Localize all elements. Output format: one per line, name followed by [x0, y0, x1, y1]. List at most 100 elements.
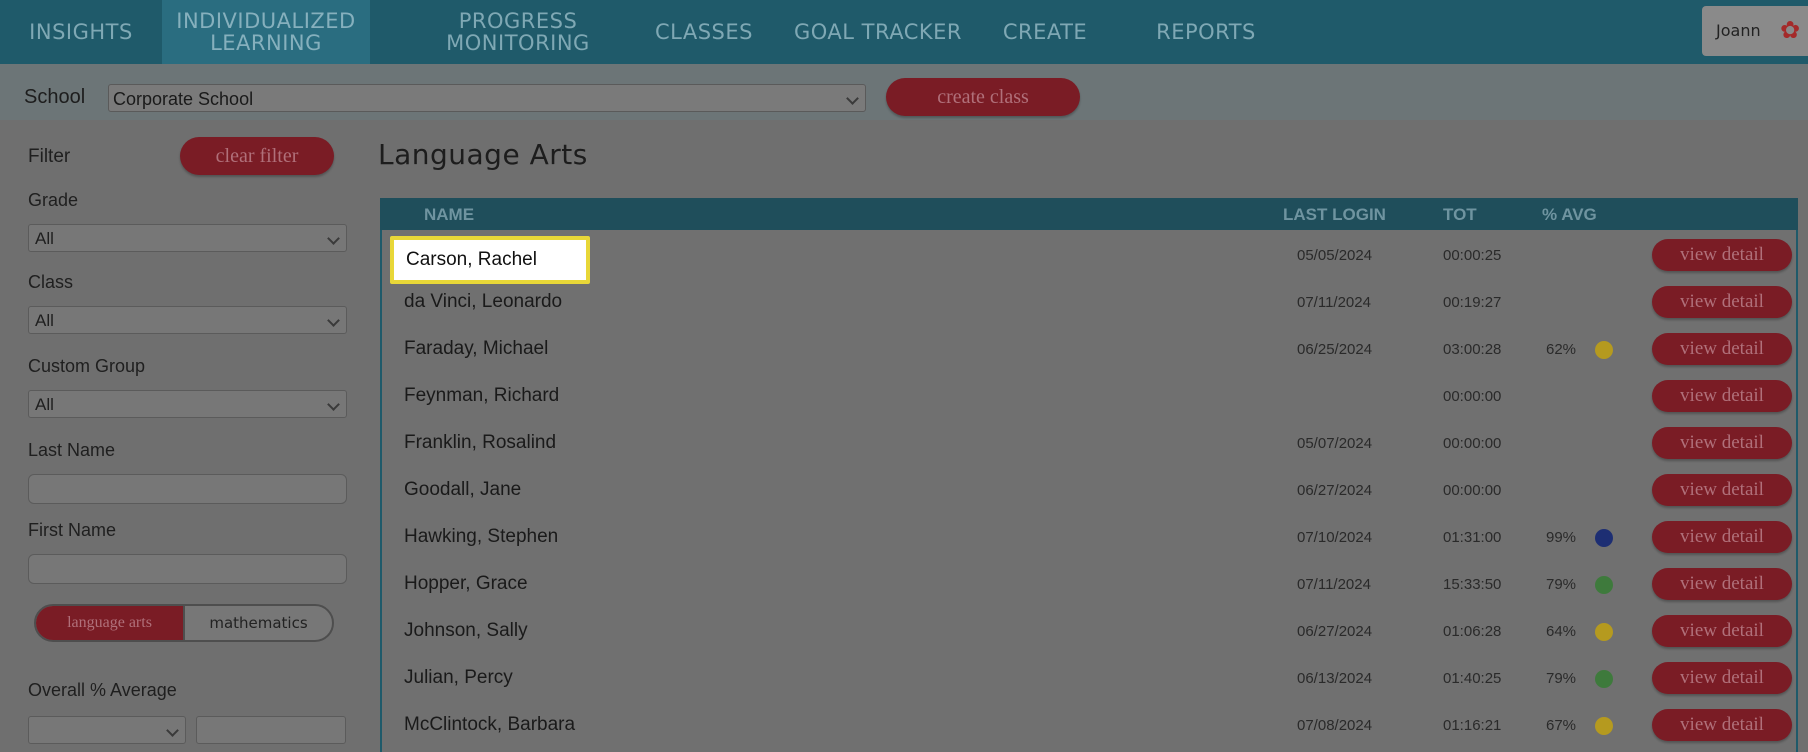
grade-select[interactable]: All: [28, 224, 347, 252]
overall-average-select[interactable]: [28, 716, 186, 744]
total-time: 00:00:25: [1443, 247, 1502, 264]
table-row: Franklin, Rosalind 05/07/2024 00:00:00 view…: [382, 420, 1796, 467]
nav-insights[interactable]: INSIGHTS: [0, 0, 162, 64]
nav-create[interactable]: CREATE: [990, 0, 1100, 64]
view-detail-button[interactable]: view detail: [1652, 286, 1792, 318]
view-detail-button[interactable]: view detail: [1652, 239, 1792, 271]
percent-average: 62%: [1546, 341, 1577, 358]
create-class-button[interactable]: create class: [886, 78, 1080, 116]
view-detail-button[interactable]: view detail: [1652, 709, 1792, 741]
total-time: 00:00:00: [1443, 388, 1502, 405]
percent-average: 67%: [1546, 717, 1577, 734]
nav-reports[interactable]: REPORTS: [1140, 0, 1272, 64]
grade-select-value: All: [35, 229, 54, 248]
student-name: Feynman, Richard: [404, 385, 560, 406]
table-row: Julian, Percy 06/13/2024 01:40:25 79% view d…: [382, 655, 1796, 702]
language-arts-toggle[interactable]: language arts: [36, 606, 183, 640]
last-login: 07/08/2024: [1297, 717, 1373, 734]
column-name[interactable]: NAME: [424, 205, 474, 225]
filter-label: Filter: [28, 146, 71, 167]
status-dot-icon: [1595, 576, 1613, 594]
view-detail-button[interactable]: view detail: [1652, 521, 1792, 553]
class-select-value: All: [35, 311, 54, 330]
nav-classes[interactable]: CLASSES: [642, 0, 766, 64]
percent-average: 79%: [1546, 670, 1577, 687]
overall-average-input[interactable]: [196, 716, 346, 744]
school-select[interactable]: Corporate School: [108, 84, 866, 112]
page-title: Language Arts: [378, 138, 588, 171]
percent-average: 99%: [1546, 529, 1577, 546]
column-last-login[interactable]: LAST LOGIN: [1283, 205, 1386, 225]
view-detail-button[interactable]: view detail: [1652, 568, 1792, 600]
total-time: 01:16:21: [1443, 717, 1502, 734]
nav-goal-tracker[interactable]: GOAL TRACKER: [782, 0, 974, 64]
school-select-value: Corporate School: [113, 89, 254, 109]
nav-individualized-learning[interactable]: INDIVIDUALIZED LEARNING: [162, 0, 370, 64]
custom-group-select[interactable]: All: [28, 390, 347, 418]
last-name-input[interactable]: [28, 474, 347, 504]
first-name-label: First Name: [28, 520, 117, 540]
first-name-input[interactable]: [28, 554, 347, 584]
chevron-down-icon: [327, 398, 340, 411]
last-name-label: Last Name: [28, 440, 116, 460]
table-row: da Vinci, Leonardo 07/11/2024 00:19:27 view…: [382, 279, 1796, 326]
last-login: 07/11/2024: [1297, 576, 1371, 593]
view-detail-button[interactable]: view detail: [1652, 333, 1792, 365]
student-name: Carson, Rachel: [406, 249, 537, 270]
view-detail-button[interactable]: view detail: [1652, 380, 1792, 412]
last-login: 06/25/2024: [1297, 341, 1373, 358]
view-detail-button[interactable]: view detail: [1652, 662, 1792, 694]
school-bar: School Corporate School create class: [0, 64, 1808, 120]
table-row: Goodall, Jane 06/27/2024 00:00:00 view deta…: [382, 467, 1796, 514]
table-row: Johnson, Sally 06/27/2024 01:06:28 64% view …: [382, 608, 1796, 655]
student-name: Johnson, Sally: [404, 620, 528, 641]
total-time: 00:19:27: [1443, 294, 1502, 311]
total-time: 01:31:00: [1443, 529, 1502, 546]
view-detail-button[interactable]: view detail: [1652, 615, 1792, 647]
status-dot-icon: [1595, 670, 1613, 688]
view-detail-button[interactable]: view detail: [1652, 427, 1792, 459]
grade-label: Grade: [28, 190, 79, 210]
chevron-down-icon: [846, 92, 859, 105]
chevron-down-icon: [327, 232, 340, 245]
student-name: Franklin, Rosalind: [404, 432, 557, 453]
percent-average: 64%: [1546, 623, 1577, 640]
clear-filter-button[interactable]: clear filter: [180, 137, 334, 175]
table-header: NAME LAST LOGIN TOT % AVG: [380, 198, 1798, 230]
column-tot[interactable]: TOT: [1443, 205, 1477, 225]
highlighted-student-name[interactable]: Carson, Rachel: [390, 236, 590, 284]
status-dot-icon: [1595, 717, 1613, 735]
user-name: Joann: [1716, 21, 1761, 40]
total-time: 01:40:25: [1443, 670, 1502, 687]
total-time: 03:00:28: [1443, 341, 1502, 358]
percent-average: 79%: [1546, 576, 1577, 593]
nav-progress-monitoring[interactable]: PROGRESS MONITORING: [420, 0, 616, 64]
table-row: Hopper, Grace 07/11/2024 15:33:50 79% view d…: [382, 561, 1796, 608]
table-row: Faraday, Michael 06/25/2024 03:00:28 62% vie…: [382, 326, 1796, 373]
student-table: NAME LAST LOGIN TOT % AVG Carson, Rachel…: [380, 198, 1798, 752]
chevron-down-icon: [327, 314, 340, 327]
last-login: 06/13/2024: [1297, 670, 1373, 687]
subject-toggle: language arts mathematics: [34, 604, 334, 642]
last-login: 05/05/2024: [1297, 247, 1373, 264]
last-login: 07/10/2024: [1297, 529, 1373, 546]
table-row: Hawking, Stephen 07/10/2024 01:31:00 99% vie…: [382, 514, 1796, 561]
class-select[interactable]: All: [28, 306, 347, 334]
view-detail-button[interactable]: view detail: [1652, 474, 1792, 506]
last-login: 07/11/2024: [1297, 294, 1371, 311]
student-name: McClintock, Barbara: [404, 714, 576, 735]
school-logo-icon: ✿: [1780, 17, 1801, 44]
filter-sidebar: Filter clear filter Grade All Class All …: [0, 120, 350, 752]
chevron-down-icon: [166, 724, 179, 737]
total-time: 15:33:50: [1443, 576, 1502, 593]
top-nav: INSIGHTS INDIVIDUALIZED LEARNING PROGRES…: [0, 0, 1808, 64]
table-row: Carson, Rachel 05/05/2024 00:00:25 view det…: [382, 232, 1796, 284]
user-menu[interactable]: Joann ✿: [1702, 6, 1808, 56]
total-time: 00:00:00: [1443, 482, 1502, 499]
student-name: Goodall, Jane: [404, 479, 522, 500]
mathematics-toggle[interactable]: mathematics: [183, 606, 332, 640]
column-avg[interactable]: % AVG: [1542, 205, 1597, 225]
table-row: Feynman, Richard 00:00:00 view detail: [382, 373, 1796, 420]
class-label: Class: [28, 272, 74, 292]
school-label: School: [24, 86, 86, 108]
